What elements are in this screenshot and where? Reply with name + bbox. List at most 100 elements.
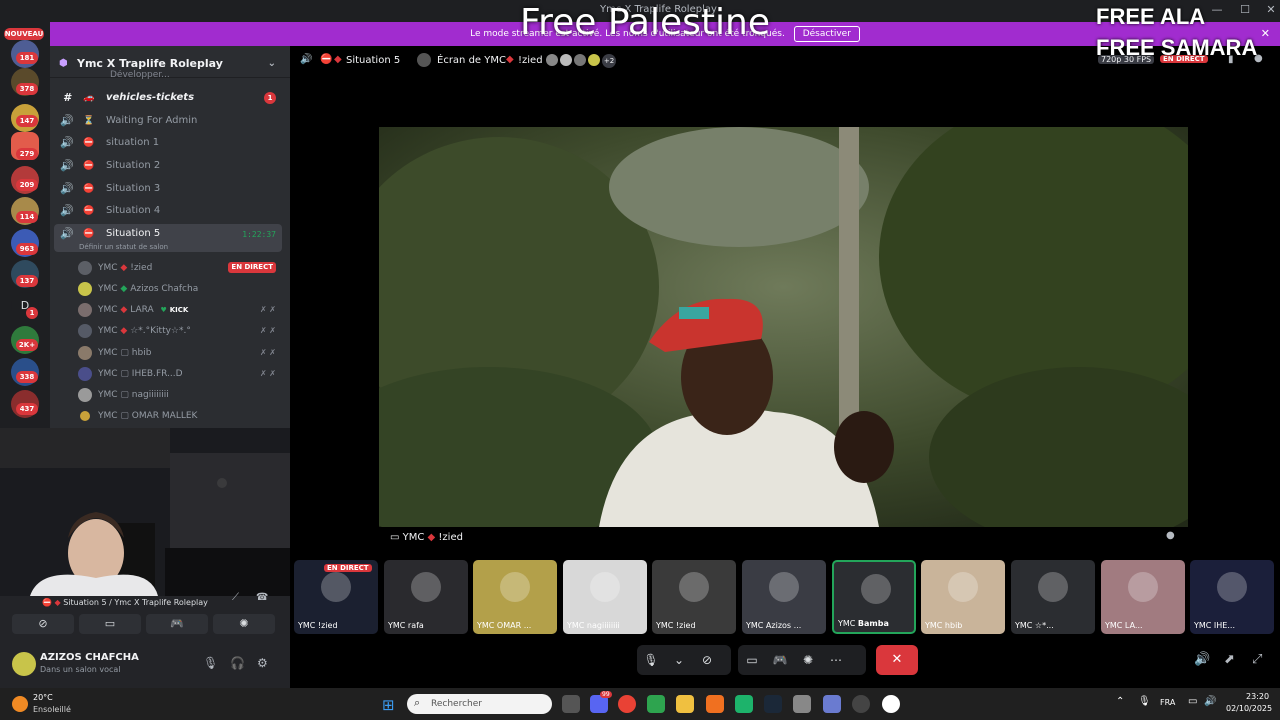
clock-time[interactable]: 23:20 (1246, 692, 1269, 701)
fullscreen-icon[interactable]: ⤢ (1252, 652, 1262, 667)
participant-label: YMC LA... (1105, 621, 1143, 630)
end-call-button[interactable]: ✕ (876, 645, 918, 675)
voice-user[interactable]: YMC ◆ LARA ♥ KICK ✗ ✗ (78, 300, 282, 320)
windows-taskbar: 20°C Ensoleillé ⊞ ⌕ Rechercher 99 ⌃ 🎙 FR… (0, 688, 1280, 720)
chevron-down-icon[interactable]: ⌄ (665, 645, 693, 675)
server-header[interactable]: ⬢ Ymc X Traplife Roleplay ⌄ (50, 50, 290, 78)
popout-icon[interactable]: ⬈ (1224, 652, 1235, 667)
participant-tile[interactable]: YMC rafa (384, 560, 468, 634)
participant-tile[interactable]: YMC Azizos ... (742, 560, 826, 634)
unread-badge: 114 (16, 211, 38, 223)
close-window-button[interactable]: ✕ (1262, 3, 1280, 19)
camera-off-icon[interactable]: ⊘ (693, 645, 721, 675)
minimize-button[interactable]: — (1208, 3, 1226, 19)
speaker-icon[interactable]: 🔊 (1194, 652, 1210, 667)
microphone-icon[interactable]: 🎙 (203, 656, 218, 670)
voice-user[interactable]: YMC ▢ nagiiiiiiii (78, 385, 282, 405)
volume-icon[interactable]: ● (1166, 530, 1175, 541)
channel-name: Situation 2 (106, 160, 161, 171)
user-name: LARA (130, 305, 154, 315)
participant-tile[interactable]: YMC nagiiiiiiii (563, 560, 647, 634)
participant-tile[interactable]: EN DIRECT YMC !zied (294, 560, 378, 634)
volume-icon[interactable]: 🔊 (1204, 696, 1216, 707)
participant-tile[interactable]: YMC Bamba (832, 560, 916, 634)
extra-viewers-count[interactable]: +2 (602, 54, 616, 68)
stream-video[interactable] (379, 127, 1188, 527)
headphones-icon[interactable]: 🎧 (230, 656, 245, 670)
participant-tile[interactable]: YMC !zied (652, 560, 736, 634)
voice-user[interactable]: YMC ◆ !zied EN DIRECT (78, 258, 282, 278)
channel-vehicles-tickets[interactable]: # 🚗 vehicles-tickets 1 (54, 87, 282, 109)
channel-situation-5[interactable]: 🔊 ⛔ Situation 5 1:22:37 Définir un statu… (54, 224, 282, 252)
hourglass-icon: ⏳ (83, 116, 95, 126)
maximize-button[interactable]: ☐ (1236, 3, 1254, 19)
gear-icon[interactable]: ⚙ (257, 656, 268, 670)
task-view-icon[interactable] (562, 695, 580, 713)
avatar (1217, 572, 1247, 602)
search-input[interactable]: ⌕ Rechercher (407, 694, 552, 714)
channel-situation-4[interactable]: 🔊 ⛔ Situation 4 (54, 200, 282, 222)
close-icon[interactable]: ✕ (1261, 22, 1270, 46)
media-player-icon[interactable] (882, 695, 900, 713)
stream-channel-name[interactable]: Situation 5 (346, 55, 400, 66)
disable-streamer-mode-button[interactable]: Désactiver (793, 26, 860, 42)
voice-user[interactable]: YMC ▢ IHEB.FR...D ✗ ✗ (78, 364, 282, 384)
avatar (560, 54, 572, 66)
microphone-icon[interactable]: 🎙 (637, 645, 665, 675)
app-icon[interactable] (735, 695, 753, 713)
user-name: Azizos ... (765, 621, 802, 630)
app-icon[interactable] (706, 695, 724, 713)
user-prefix: YMC (567, 621, 585, 630)
channel-waiting-for-admin[interactable]: 🔊 ⏳ Waiting For Admin (54, 110, 282, 132)
gamepad-icon[interactable]: 🎮 (766, 645, 794, 675)
participant-tile[interactable]: YMC IHE... (1190, 560, 1274, 634)
disconnect-icon[interactable]: ☎ (256, 592, 268, 603)
channel-status-hint[interactable]: Définir un statut de salon (79, 239, 168, 255)
activity-button[interactable]: 🎮 (146, 614, 208, 634)
screen-share-button[interactable]: ▭ (79, 614, 141, 634)
camera-off-button[interactable]: ⊘ (12, 614, 74, 634)
user-name: !zied (130, 263, 153, 273)
clock-date[interactable]: 02/10/2025 (1226, 704, 1272, 713)
weather-icon[interactable] (12, 696, 28, 712)
screen-label: Écran de YMC (437, 55, 506, 66)
language-indicator[interactable]: FRA (1160, 698, 1175, 707)
folder-icon[interactable] (676, 695, 694, 713)
voice-user[interactable]: YMC ▢ hbib ✗ ✗ (78, 343, 282, 363)
user-name: OMAR MALLEK (131, 411, 198, 421)
network-icon[interactable]: ▭ (1188, 696, 1197, 707)
chevron-down-icon[interactable]: ⌄ (268, 50, 276, 78)
avatar (78, 261, 92, 275)
noise-suppression-icon[interactable]: ⟋ (232, 592, 239, 603)
chevron-up-icon[interactable]: ⌃ (1116, 696, 1124, 707)
windows-start-icon[interactable]: ⊞ (382, 696, 395, 714)
soundboard-icon[interactable]: ✺ (794, 645, 822, 675)
calculator-icon[interactable] (793, 695, 811, 713)
chrome-icon[interactable] (618, 695, 636, 713)
avatar[interactable] (12, 652, 36, 676)
voice-user[interactable]: YMC ◆ Azizos Chafcha (78, 279, 282, 299)
notification-badge: 99 (600, 691, 612, 698)
username: AZIZOS CHAFCHA (40, 652, 139, 663)
microphone-icon[interactable]: 🎙 (1138, 696, 1151, 707)
screen-share-icon[interactable]: ▭ (738, 645, 766, 675)
channel-situation-1[interactable]: 🔊 ⛔ situation 1 (54, 132, 282, 154)
channel-situation-2[interactable]: 🔊 ⛔ Situation 2 (54, 155, 282, 177)
app-icon[interactable] (647, 695, 665, 713)
more-icon[interactable]: ⋯ (822, 645, 850, 675)
participant-tile[interactable]: YMC OMAR ... (473, 560, 557, 634)
voice-user[interactable]: YMC ◆ ☆*.°Kitty☆*.° ✗ ✗ (78, 321, 282, 341)
soundboard-button[interactable]: ✺ (213, 614, 275, 634)
search-icon: ⌕ (414, 696, 421, 709)
voice-user[interactable]: YMC ▢ OMAR MALLEK (78, 406, 282, 426)
user-prefix: YMC (98, 348, 118, 358)
steam-icon[interactable] (764, 695, 782, 713)
channel-situation-3[interactable]: 🔊 ⛔ Situation 3 (54, 178, 282, 200)
unread-badge: 137 (16, 275, 38, 287)
participant-tile[interactable]: YMC ☆*... (1011, 560, 1095, 634)
participant-tile[interactable]: YMC LA... (1101, 560, 1185, 634)
no-entry-icon: ⛔ (320, 54, 333, 65)
participant-tile[interactable]: YMC hbib (921, 560, 1005, 634)
settings-icon[interactable] (823, 695, 841, 713)
app-icon[interactable] (852, 695, 870, 713)
